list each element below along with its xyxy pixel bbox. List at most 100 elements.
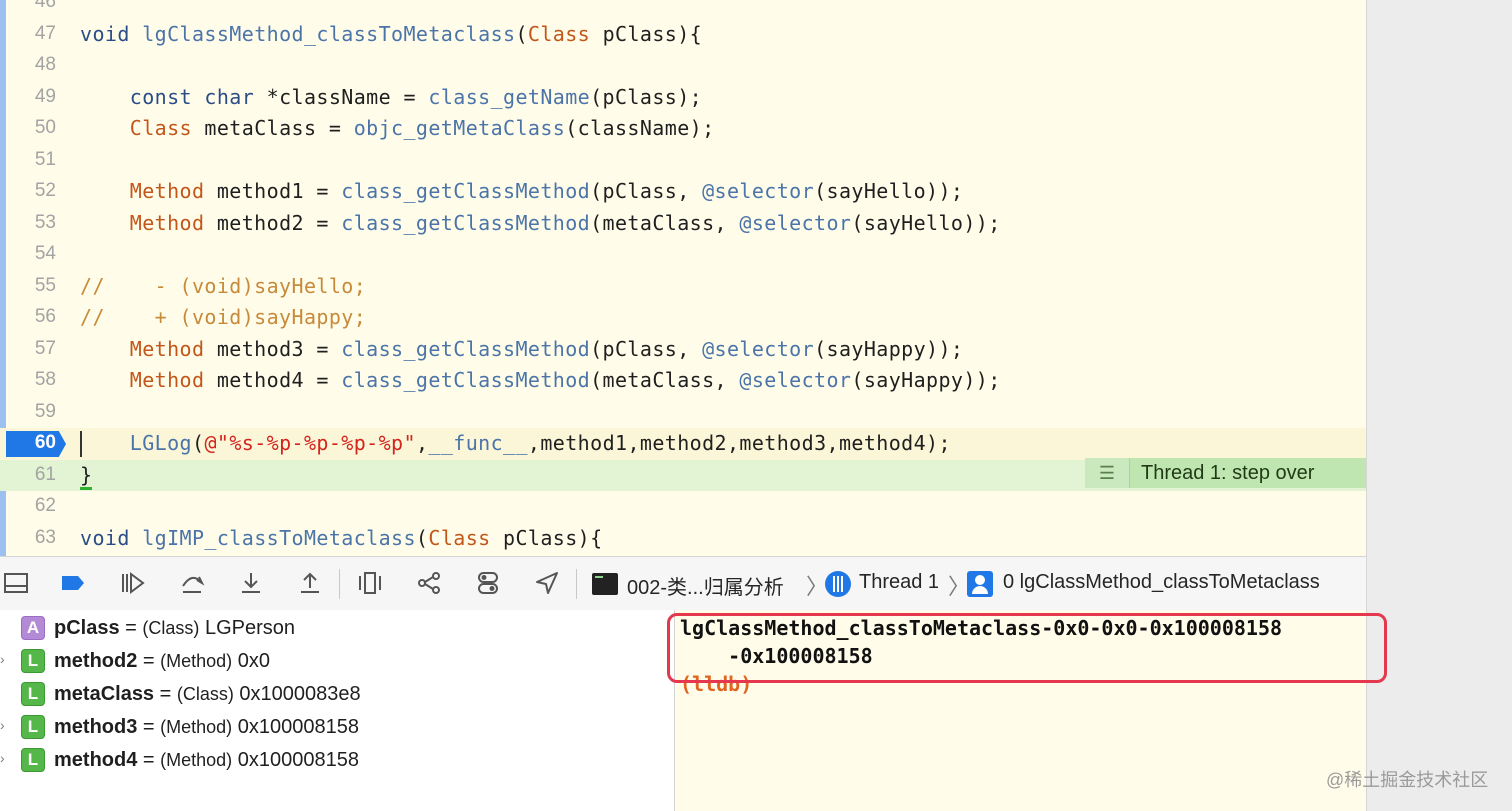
code-line[interactable]: 52 Method method1 = class_getClassMethod… [0,176,1366,208]
line-number: 48 [34,54,56,75]
thread-indicator-badge[interactable]: ☰ Thread 1: step over [1085,458,1366,488]
variables-view[interactable]: ApClass = (Class) LGPerson › Lmethod2 = (M… [0,610,675,811]
code-line[interactable]: 55 // - (void)sayHello; [0,271,1366,303]
code-line[interactable]: 63 void lgIMP_classToMetaclass(Class pCla… [0,523,1366,555]
hide-debug-area-button[interactable] [1,568,31,598]
code-line[interactable]: 54 [0,239,1366,271]
line-number: 53 [34,211,56,233]
code-line[interactable]: 57 Method method3 = class_getClassMethod… [0,334,1366,366]
code-token: @selector [739,368,852,392]
variable-type: (Method) [160,651,233,671]
step-out-button[interactable] [295,568,325,598]
breadcrumb-frame[interactable]: 0 lgClassMethod_classToMetaclass [1003,571,1320,594]
code-token: (className); [565,116,715,140]
code-text: Method method2 = class_getClassMethod(me… [80,211,1001,235]
code-token: objc_getMetaClass [353,116,566,140]
environment-overrides-button[interactable] [473,568,503,598]
disclosure-triangle-icon[interactable]: › [0,717,10,733]
code-text: const char *className = class_getName(pC… [80,85,702,109]
variable-type: (Class) [142,618,200,638]
view-hierarchy-button[interactable] [355,568,385,598]
code-line[interactable]: 47 void lgClassMethod_classToMetaclass(Cl… [0,19,1366,51]
variable-name: method2 [54,650,138,672]
code-line[interactable]: 56 // + (void)sayHappy; [0,302,1366,334]
step-indicator [80,486,92,490]
variable-row[interactable]: › Lmethod3 = (Method) 0x100008158 [0,710,674,743]
menu-lines-icon[interactable]: ☰ [1085,458,1130,488]
code-token: @selector [702,179,815,203]
line-number: 51 [34,148,56,170]
step-into-icon [242,573,260,593]
line-number: 52 [34,180,56,201]
line-number: 54 [34,243,56,264]
terminal-app-icon [592,573,618,595]
code-token: @selector [739,210,852,235]
code-token: ( [191,431,205,455]
local-badge-icon: L [21,715,45,739]
code-text: Method method1 = class_getClassMethod(pC… [80,179,963,203]
line-number: 59 [34,400,56,422]
code-line[interactable]: 46 [0,0,1366,19]
variable-row[interactable]: › Lmethod2 = (Method) 0x0 [0,644,674,677]
continue-icon [122,572,145,594]
code-line[interactable]: 48 [0,50,1366,82]
variable-row[interactable]: › Lmethod4 = (Method) 0x100008158 [0,743,674,776]
breadcrumb-target[interactable]: 002-类...归属分析 [627,571,784,600]
code-token: ( [415,525,429,550]
variable-type: (Method) [160,750,233,770]
code-line[interactable]: 51 [0,145,1366,177]
code-token: Method [129,368,205,392]
variable-row[interactable]: LmetaClass = (Class) 0x1000083e8 [0,677,674,710]
continue-button[interactable] [117,568,147,598]
line-number: 63 [34,526,56,548]
code-token: ,method1,method2,method3,method4); [527,431,951,455]
code-token: Method [129,336,205,361]
memory-graph-button[interactable] [414,568,444,598]
watermark: @稀土掘金技术社区 [1326,770,1489,790]
view-hierarchy-icon [359,572,381,594]
code-token: } [80,462,93,487]
code-token: LGLog [129,431,192,455]
line-number: 62 [34,495,56,516]
step-into-button[interactable] [236,568,266,598]
code-line[interactable]: 58 Method method4 = class_getClassMethod… [0,365,1366,397]
variable-equals: = [137,749,161,771]
disclosure-triangle-icon[interactable]: › [0,750,10,766]
code-line-current[interactable]: 60 LGLog(@"%s-%p-%p-%p-%p",__func__,meth… [0,428,1366,460]
code-line[interactable]: 59 [0,397,1366,429]
variable-text: method4 = (Method) 0x100008158 [54,749,359,772]
variable-text: method3 = (Method) 0x100008158 [54,716,359,739]
variable-name: method3 [54,716,138,738]
code-line[interactable]: 62 [0,491,1366,523]
code-line[interactable]: 53 Method method2 = class_getClassMethod… [0,208,1366,240]
code-token: Method [129,210,205,235]
code-token: const char [129,84,255,109]
step-over-button[interactable] [177,568,207,598]
code-text: // + (void)sayHappy; [80,305,366,329]
source-editor[interactable]: 46 47 void lgClassMethod_classToMetaclass(… [0,0,1366,556]
step-out-icon [301,572,319,593]
breadcrumb-thread[interactable]: Thread 1 [859,571,939,594]
disclosure-triangle-icon[interactable]: › [0,651,10,667]
code-token: ( [515,21,528,46]
code-token: (pClass, [590,336,703,361]
thread-badge-text: Thread 1: step over [1141,462,1315,484]
code-token: (sayHappy)); [814,336,964,361]
code-token: Method [129,179,205,203]
toolbar-divider [339,569,340,599]
simulate-location-button[interactable] [532,568,562,598]
code-line[interactable]: 49 const char *className = class_getName… [0,82,1366,114]
code-token: (metaClass, [590,368,740,392]
code-line[interactable]: 50 Class metaClass = objc_getMetaClass(c… [0,113,1366,145]
breakpoint-icon [62,576,84,590]
line-number: 57 [34,337,56,359]
code-token: Class [428,525,491,550]
code-text: void lgIMP_classToMetaclass(Class pClass… [80,526,603,550]
code-token: method1 = [204,179,342,203]
code-token: method3 = [204,336,342,361]
breakpoints-toggle-button[interactable] [58,568,88,598]
variable-row[interactable]: ApClass = (Class) LGPerson [0,611,674,644]
